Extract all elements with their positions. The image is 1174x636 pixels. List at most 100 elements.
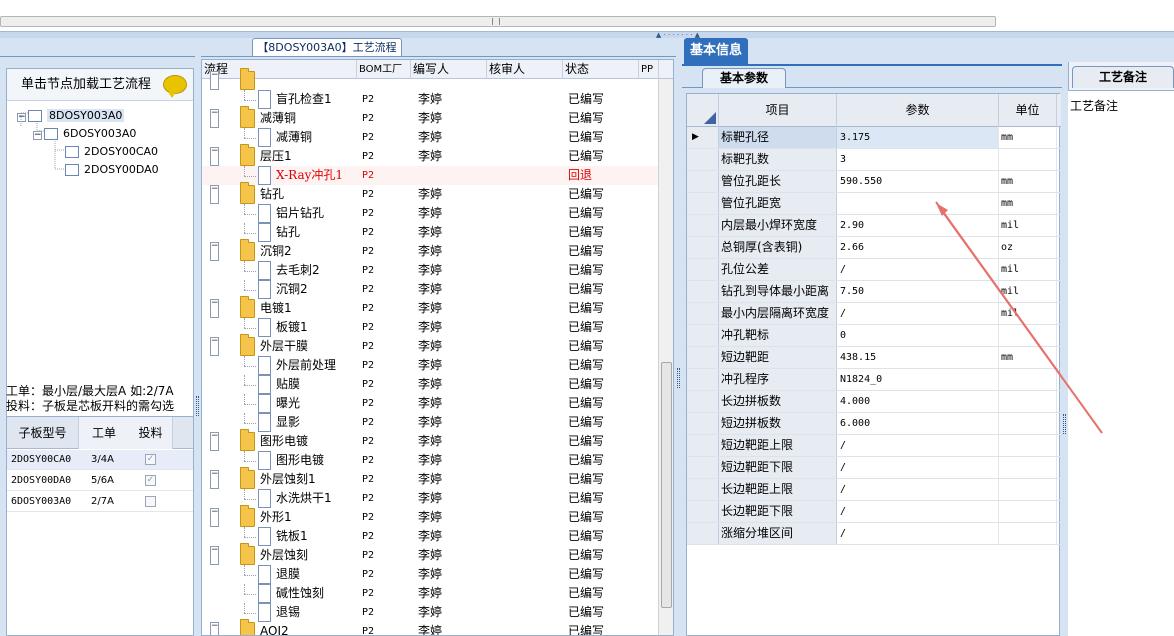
flow-row[interactable]: − 沉铜2 P2 李婷 已编写 bbox=[202, 239, 658, 261]
tree-node-2dosy00ca0[interactable]: 2DOSY00CA0 bbox=[65, 143, 158, 161]
load-flow-button[interactable]: 单击节点加载工艺流程 bbox=[7, 69, 193, 101]
param-value[interactable]: 438.15 bbox=[837, 347, 999, 368]
row-indicator[interactable] bbox=[687, 193, 719, 214]
param-value[interactable]: 0 bbox=[837, 325, 999, 346]
flow-row[interactable]: 铝片钻孔 P2 李婷 已编写 bbox=[202, 204, 658, 223]
vertical-scrollbar[interactable] bbox=[658, 79, 673, 635]
col-header-item[interactable]: 项目 bbox=[719, 94, 837, 127]
collapse-icon[interactable]: − bbox=[210, 470, 219, 489]
row-indicator[interactable] bbox=[687, 435, 719, 456]
flow-row[interactable]: − 外形1 P2 李婷 已编写 bbox=[202, 505, 658, 527]
param-value[interactable]: 2.90 bbox=[837, 215, 999, 236]
flow-row[interactable]: X-Ray冲孔1 P2 回退 bbox=[202, 166, 658, 185]
flow-row[interactable]: 钻孔 P2 李婷 已编写 bbox=[202, 223, 658, 242]
row-indicator[interactable] bbox=[687, 171, 719, 192]
flow-row[interactable]: − 外层蚀刻1 P2 李婷 已编写 bbox=[202, 467, 658, 489]
current-row-icon[interactable]: ▶ bbox=[687, 127, 719, 148]
flow-row[interactable]: 显影 P2 李婷 已编写 bbox=[202, 413, 658, 432]
splitter-handle-icon[interactable] bbox=[677, 368, 680, 388]
col-header-value[interactable]: 参数 bbox=[837, 94, 999, 127]
tab-basic-params[interactable]: 基本参数 bbox=[702, 68, 786, 88]
col-header-order[interactable]: 工单 bbox=[79, 417, 129, 449]
row-indicator[interactable] bbox=[687, 149, 719, 170]
collapse-icon[interactable]: − bbox=[210, 71, 219, 90]
table-row[interactable]: 2DOSY00CA0 3/4A ✓ bbox=[7, 450, 193, 470]
tab-process-remarks[interactable]: 工艺备注 bbox=[1072, 66, 1174, 88]
collapse-icon[interactable]: − bbox=[210, 109, 219, 128]
col-header-unit[interactable]: 单位 bbox=[999, 94, 1057, 127]
param-row[interactable]: 标靶孔数 3 bbox=[687, 149, 1061, 171]
row-indicator[interactable] bbox=[687, 457, 719, 478]
param-row[interactable]: 最小内层隔离环宽度 / mil bbox=[687, 303, 1061, 325]
param-value[interactable]: / bbox=[837, 303, 999, 324]
collapse-icon[interactable]: − bbox=[210, 546, 219, 565]
param-row[interactable]: 钻孔到导体最小距离 7.50 mil bbox=[687, 281, 1061, 303]
col-header-model[interactable]: 子板型号 bbox=[7, 417, 79, 449]
param-row[interactable]: 冲孔程序 N1824_0 bbox=[687, 369, 1061, 391]
param-row[interactable]: 管位孔距长 590.550 mm bbox=[687, 171, 1061, 193]
param-row[interactable]: 短边靶距 438.15 mm bbox=[687, 347, 1061, 369]
row-indicator[interactable] bbox=[687, 501, 719, 522]
param-value[interactable]: 4.000 bbox=[837, 391, 999, 412]
param-value[interactable]: / bbox=[837, 479, 999, 500]
tree-node-root[interactable]: − 8DOSY003A0 bbox=[17, 107, 125, 125]
param-value[interactable]: N1824_0 bbox=[837, 369, 999, 390]
col-header-feed[interactable]: 投料 bbox=[129, 417, 173, 449]
row-indicator[interactable] bbox=[687, 303, 719, 324]
flow-row[interactable]: − 层压1 P2 李婷 已编写 bbox=[202, 144, 658, 166]
row-indicator[interactable] bbox=[687, 215, 719, 236]
collapse-icon[interactable]: − bbox=[210, 432, 219, 451]
flow-row[interactable]: − 钻孔 P2 李婷 已编写 bbox=[202, 182, 658, 204]
collapse-icon[interactable]: − bbox=[210, 337, 219, 356]
flow-row[interactable]: 图形电镀 P2 李婷 已编写 bbox=[202, 451, 658, 470]
scrollbar-thumb[interactable] bbox=[661, 362, 672, 608]
row-indicator[interactable] bbox=[687, 237, 719, 258]
row-indicator[interactable] bbox=[687, 281, 719, 302]
flow-row[interactable]: − AOI2 P2 李婷 已编写 bbox=[202, 619, 658, 635]
tab-process-flow[interactable]: 【8DOSY003A0】工艺流程 bbox=[252, 38, 402, 57]
flow-row[interactable]: − bbox=[202, 68, 658, 90]
row-indicator[interactable] bbox=[687, 523, 719, 544]
flow-row[interactable]: 去毛刺2 P2 李婷 已编写 bbox=[202, 261, 658, 280]
row-indicator[interactable] bbox=[687, 325, 719, 346]
flow-row[interactable]: 减薄铜 P2 李婷 已编写 bbox=[202, 128, 658, 147]
row-indicator[interactable] bbox=[687, 369, 719, 390]
flow-row[interactable]: − 减薄铜 P2 李婷 已编写 bbox=[202, 106, 658, 128]
param-row[interactable]: 冲孔靶标 0 bbox=[687, 325, 1061, 347]
row-indicator[interactable] bbox=[687, 479, 719, 500]
collapse-icon[interactable]: − bbox=[210, 185, 219, 204]
flow-row[interactable]: 退膜 P2 李婷 已编写 bbox=[202, 565, 658, 584]
param-value[interactable]: / bbox=[837, 435, 999, 456]
horizontal-scrollbar[interactable] bbox=[0, 0, 1174, 32]
param-row[interactable]: ▶ 标靶孔径 3.175 mm bbox=[687, 127, 1061, 149]
flow-row[interactable]: 铣板1 P2 李婷 已编写 bbox=[202, 527, 658, 546]
flow-row[interactable]: 盲孔检查1 P2 李婷 已编写 bbox=[202, 90, 658, 109]
row-indicator[interactable] bbox=[687, 259, 719, 280]
splitter-handle-icon[interactable]: ▲ · · · · · · · ▲ bbox=[648, 32, 708, 39]
param-value[interactable]: / bbox=[837, 457, 999, 478]
param-value[interactable]: 7.50 bbox=[837, 281, 999, 302]
splitter-handle-icon[interactable] bbox=[1063, 414, 1066, 434]
param-value[interactable]: / bbox=[837, 523, 999, 544]
flow-row[interactable]: − 外层干膜 P2 李婷 已编写 bbox=[202, 334, 658, 356]
row-indicator[interactable] bbox=[687, 347, 719, 368]
flow-row[interactable]: 沉铜2 P2 李婷 已编写 bbox=[202, 280, 658, 299]
flow-row[interactable]: 水洗烘干1 P2 李婷 已编写 bbox=[202, 489, 658, 508]
param-row[interactable]: 孔位公差 / mil bbox=[687, 259, 1061, 281]
collapse-icon[interactable]: − bbox=[210, 147, 219, 166]
param-row[interactable]: 长边靶距下限 / bbox=[687, 501, 1061, 523]
collapse-icon[interactable]: − bbox=[210, 508, 219, 527]
param-row[interactable]: 长边拼板数 4.000 bbox=[687, 391, 1061, 413]
param-row[interactable]: 总铜厚(含表铜) 2.66 oz bbox=[687, 237, 1061, 259]
param-value[interactable]: 3 bbox=[837, 149, 999, 170]
param-row[interactable]: 短边靶距下限 / bbox=[687, 457, 1061, 479]
param-value[interactable] bbox=[837, 193, 999, 214]
row-indicator[interactable] bbox=[687, 413, 719, 434]
param-value[interactable]: / bbox=[837, 501, 999, 522]
param-row[interactable]: 短边拼板数 6.000 bbox=[687, 413, 1061, 435]
table-row[interactable]: 2DOSY00DA0 5/6A ✓ bbox=[7, 471, 193, 491]
tree-node-2dosy00da0[interactable]: 2DOSY00DA0 bbox=[65, 161, 159, 179]
param-row[interactable]: 短边靶距上限 / bbox=[687, 435, 1061, 457]
collapse-icon[interactable]: − bbox=[210, 622, 219, 635]
param-value[interactable]: 6.000 bbox=[837, 413, 999, 434]
